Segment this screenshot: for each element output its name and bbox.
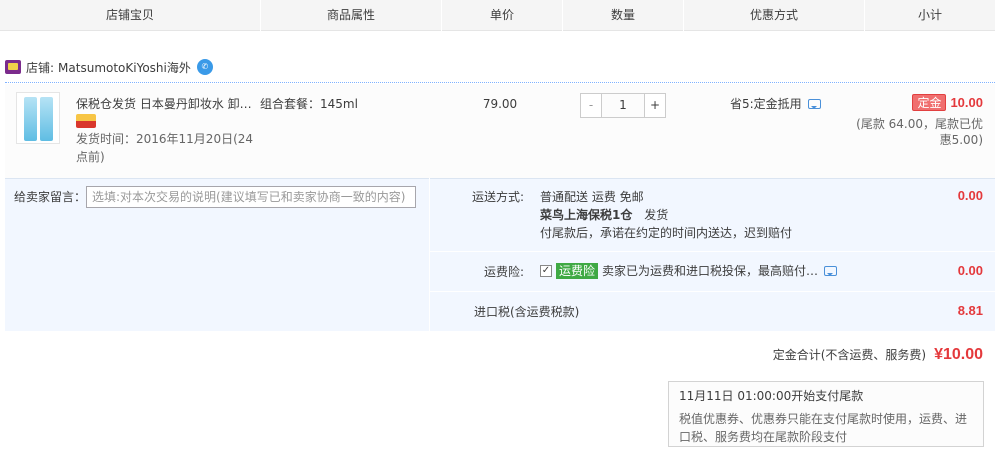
product-image [40,97,53,141]
insurance-badge: 运费险 [556,263,599,279]
shop-divider [5,82,995,83]
import-tax-amount: 8.81 [957,303,983,318]
cart-table-header: 店铺宝贝 商品属性 单价 数量 优惠方式 小计 [0,0,995,31]
shop-label: 店铺: [26,60,55,75]
quantity-stepper: - 1 + [580,93,666,118]
seller-message-input[interactable]: 选填:对本次交易的说明(建议填写已和卖家协商一致的内容) [86,186,416,208]
shop-name-link[interactable]: MatsumotoKiYoshi海外 [58,59,191,76]
insurance-label: 运费险: [483,265,524,279]
credit-card-icon [76,114,96,128]
insurance-text: 卖家已为运费和进口税投保，最高赔付… [602,264,819,278]
item-thumbnail[interactable] [16,92,60,144]
col-header-discount: 优惠方式 [749,8,798,22]
col-header-quantity: 数量 [610,8,635,22]
row-divider [430,291,995,292]
shop-logo-icon [5,60,21,74]
product-image [24,97,37,141]
shipping-promise: 付尾款后，承诺在约定的时间内送达，迟到赔付 [540,226,793,240]
balance-payment-notice: 11月11日 01:00:00开始支付尾款 税值优惠券、优惠券只能在支付尾款时使… [668,381,984,447]
insurance-info-icon[interactable] [824,266,838,276]
subtotal-note: (尾款 64.00，尾款已优惠5.00) [856,117,983,147]
col-header-attributes: 商品属性 [326,8,375,22]
wangwang-chat-icon[interactable]: ✆ [196,59,213,75]
notice-title: 11月11日 01:00:00开始支付尾款 [679,389,864,403]
item-title-link[interactable]: 保税仓发货 日本曼丹卸妆水 卸… [76,95,256,113]
discount-info-icon[interactable] [807,99,821,109]
deposit-total: 定金合计(不含运费、服务费) ¥10.00 [773,346,983,364]
item-unit-price: 79.00 [482,97,518,111]
item-subtotal: 定金 10.00 [912,94,983,111]
deposit-total-label: 定金合计(不含运费、服务费) [772,348,927,362]
seller-message-label: 给卖家留言： [14,190,87,204]
warehouse-name: 菜鸟上海保税1仓 [540,208,633,222]
shipping-method: 普通配送 运费 免邮 [540,190,644,204]
warehouse-suffix: 发货 [644,208,669,222]
shipping-label: 运送方式: [471,190,524,204]
insurance-amount: 0.00 [957,263,983,278]
deposit-badge: 定金 [912,94,947,111]
insurance-checkbox[interactable]: ✓ [540,265,552,277]
discount-text: 省5:定金抵用 [730,97,802,111]
deposit-total-value: ¥10.00 [934,346,983,363]
subtotal-amount: 10.00 [950,95,983,110]
quantity-decrease-button[interactable]: - [580,93,602,118]
notice-body: 税值优惠券、优惠券只能在支付尾款时使用，运费、进口税、服务费均在尾款阶段支付 [679,412,968,444]
col-header-subtotal: 小计 [917,8,942,22]
panel-divider [429,178,430,331]
shop-header: 店铺: MatsumotoKiYoshi海外 ✆ [5,56,213,78]
item-discount: 省5:定金抵用 [730,95,821,113]
shipping-warehouse: 菜鸟上海保税1仓 发货 [540,206,668,224]
quantity-input[interactable]: 1 [602,93,644,118]
insurance-row: ✓ 运费险 卖家已为运费和进口税投保，最高赔付… [540,262,838,280]
quantity-increase-button[interactable]: + [644,93,666,118]
col-header-shop-item: 店铺宝贝 [105,8,154,22]
row-divider [430,251,995,252]
shipping-amount: 0.00 [957,188,983,203]
item-attribute: 组合套餐：145ml [260,97,358,111]
import-tax-label: 进口税(含运费税款) [474,305,580,319]
col-header-price: 单价 [489,8,514,22]
item-ship-time: 发货时间：2016年11月20日(24点前) [76,132,254,164]
